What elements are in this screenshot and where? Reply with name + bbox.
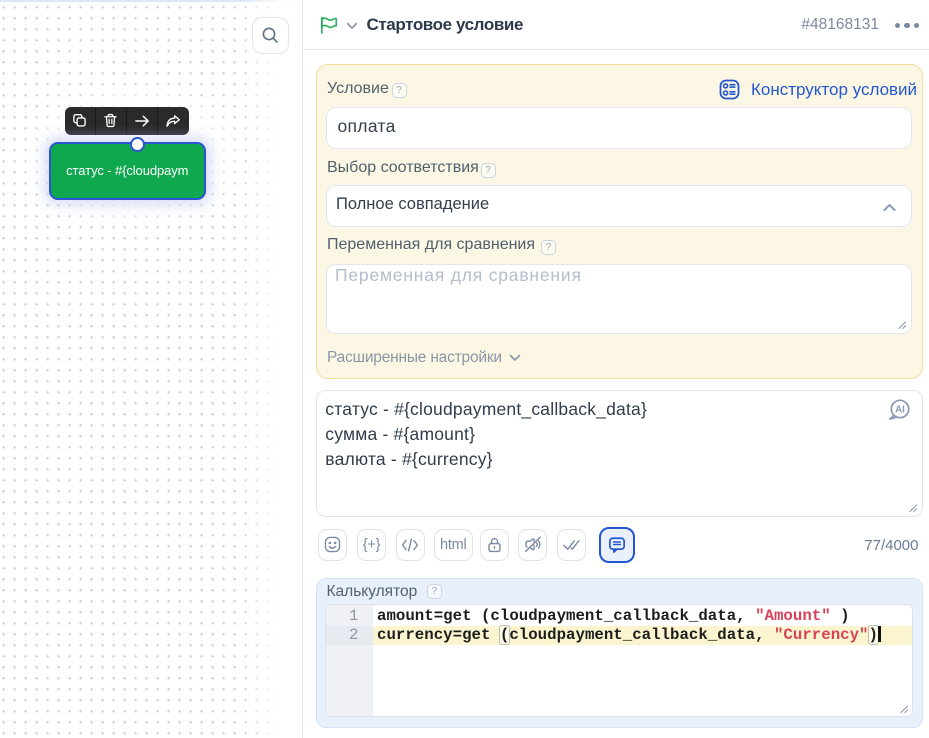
svg-text:AI: AI [895, 404, 905, 415]
